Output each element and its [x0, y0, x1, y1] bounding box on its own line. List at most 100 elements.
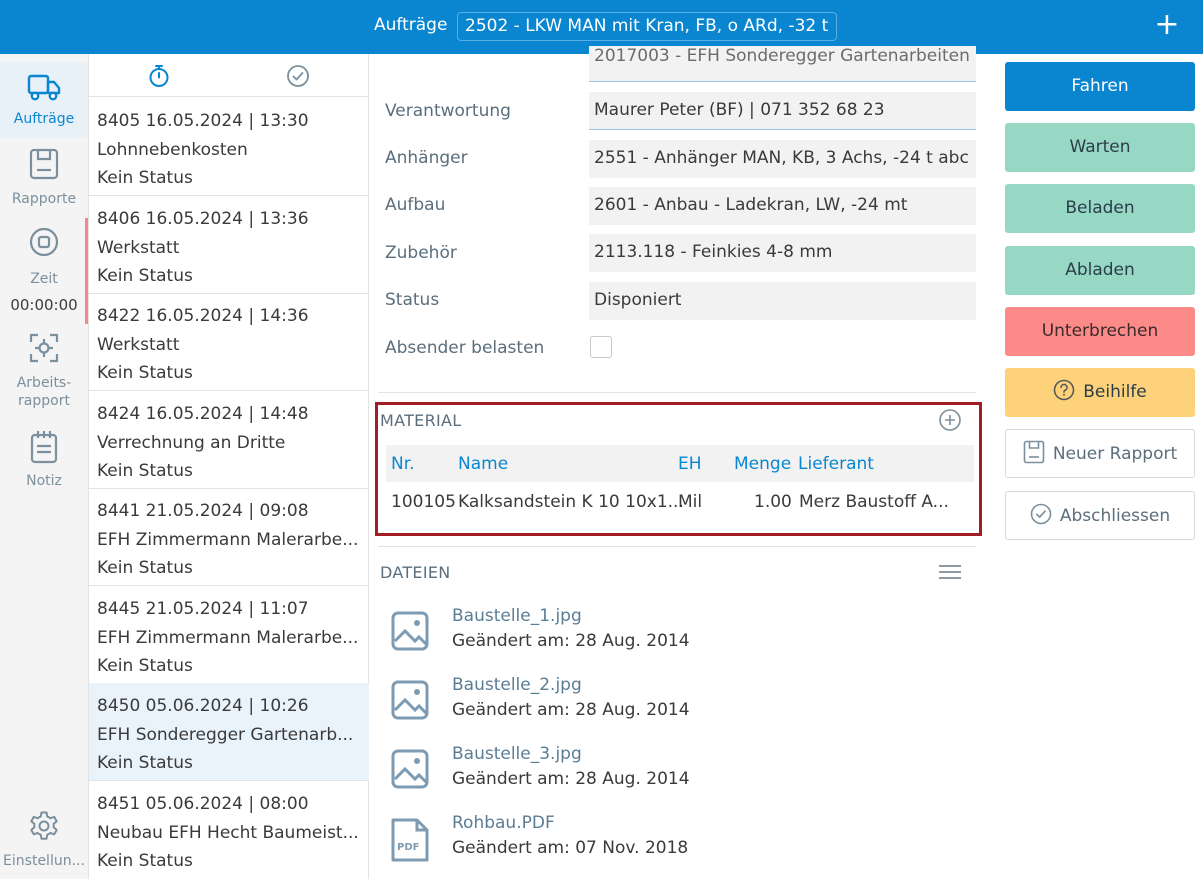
file-name: Rohbau.PDF — [452, 813, 555, 833]
check-circle-icon[interactable] — [286, 64, 310, 88]
file-item[interactable]: Baustelle_1.jpg Geändert am: 28 Aug. 201… — [390, 606, 950, 666]
image-file-icon — [391, 611, 429, 651]
order-head: 8405 16.05.2024 | 13:30 — [97, 111, 309, 131]
file-item[interactable]: PDF Rohbau.PDF Geändert am: 07 Nov. 2018 — [390, 813, 950, 873]
check-circle-icon — [1030, 503, 1052, 525]
beihilfe-button[interactable]: Beihilfe — [1005, 368, 1195, 417]
plus-icon[interactable]: + — [1154, 10, 1180, 42]
file-date: Geändert am: 28 Aug. 2014 — [452, 769, 690, 789]
nav-label: Zeit — [30, 271, 58, 287]
material-table-header: Nr. Name EH Menge Lieferant — [386, 445, 974, 482]
cell-menge: 1.00 — [754, 492, 792, 512]
nav-label: rapport — [18, 393, 70, 409]
nav-item-rapporte[interactable]: Rapporte — [0, 148, 88, 218]
nav-label: Aufträge — [13, 111, 75, 127]
project-field[interactable]: 2017003 - EFH Sonderegger Gartenarbeiten — [589, 46, 976, 82]
vehicle-selector[interactable]: 2502 - LKW MAN mit Kran, FB, o ARd, -32 … — [457, 12, 837, 41]
file-item[interactable]: Baustelle_2.jpg Geändert am: 28 Aug. 201… — [390, 675, 950, 735]
order-item[interactable]: 8424 16.05.2024 | 14:48 Verrechnung an D… — [89, 391, 369, 489]
action-panel: Fahren Warten Beladen Abladen Unterbrech… — [997, 54, 1203, 879]
nav-item-zeit[interactable]: Zeit — [0, 226, 88, 292]
order-head: 8450 05.06.2024 | 10:26 — [97, 696, 309, 716]
order-item[interactable]: 8406 16.05.2024 | 13:36 Werkstatt Kein S… — [89, 196, 369, 294]
fahren-button[interactable]: Fahren — [1005, 62, 1195, 111]
order-item[interactable]: 8422 16.05.2024 | 14:36 Werkstatt Kein S… — [89, 293, 369, 391]
order-title: EFH Zimmermann Malerarbe... — [97, 529, 359, 550]
add-circle-icon[interactable] — [938, 408, 962, 432]
neuer-rapport-button[interactable]: Neuer Rapport — [1005, 429, 1195, 478]
order-detail: 2017003 - EFH Sonderegger Gartenarbeiten… — [370, 46, 996, 879]
image-file-icon — [391, 749, 429, 789]
file-item[interactable]: Baustelle_3.jpg Geändert am: 28 Aug. 201… — [390, 744, 950, 804]
order-status: Kein Status — [97, 168, 193, 188]
absender-checkbox[interactable] — [590, 336, 612, 358]
divider — [378, 392, 976, 393]
order-title: Lohnnebenkosten — [97, 139, 248, 160]
order-title: Verrechnung an Dritte — [97, 432, 286, 453]
help-circle-icon — [1053, 379, 1075, 401]
menu-icon[interactable] — [938, 564, 962, 580]
beladen-button[interactable]: Beladen — [1005, 184, 1195, 233]
nav-label: Rapporte — [11, 191, 77, 207]
abschliessen-button[interactable]: Abschliessen — [1005, 491, 1195, 540]
col-eh[interactable]: EH — [678, 454, 702, 474]
pdf-file-icon: PDF — [391, 818, 429, 862]
order-item[interactable]: 8445 21.05.2024 | 11:07 EFH Zimmermann M… — [89, 586, 369, 684]
nav-item-notiz[interactable]: Notiz — [0, 430, 88, 496]
warten-button[interactable]: Warten — [1005, 123, 1195, 172]
files-title: DATEIEN — [380, 563, 451, 582]
col-menge[interactable]: Menge — [734, 454, 791, 474]
col-name[interactable]: Name — [458, 454, 508, 474]
nav-item-auftraege[interactable]: Aufträge — [0, 62, 88, 138]
stopwatch-icon[interactable] — [147, 64, 171, 88]
timer-display: 00:00:00 — [10, 296, 78, 314]
order-item[interactable]: 8441 21.05.2024 | 09:08 EFH Zimmermann M… — [89, 488, 369, 586]
pdf-icon-label: PDF — [397, 842, 419, 853]
anhaenger-field[interactable]: 2551 - Anhänger MAN, KB, 3 Achs, -24 t a… — [589, 140, 976, 178]
order-status: Kein Status — [97, 656, 193, 676]
material-section: MATERIAL Nr. Name EH Menge Lieferant 100… — [375, 402, 982, 536]
col-nr[interactable]: Nr. — [391, 454, 415, 474]
zubehoer-field[interactable]: 2113.118 - Feinkies 4-8 mm — [589, 234, 976, 272]
file-name: Baustelle_1.jpg — [452, 606, 582, 626]
verantwortung-field[interactable]: Maurer Peter (BF) | 071 352 68 23 — [589, 92, 976, 130]
order-status: Kein Status — [97, 558, 193, 578]
order-item-selected[interactable]: 8450 05.06.2024 | 10:26 EFH Sonderegger … — [89, 683, 369, 781]
report-icon — [29, 148, 59, 180]
order-item[interactable]: 8451 05.06.2024 | 08:00 Neubau EFH Hecht… — [89, 781, 369, 879]
cell-name: Kalksandstein K 10 10x1... — [458, 492, 684, 512]
absender-label: Absender belasten — [385, 338, 545, 358]
status-field[interactable]: Disponiert — [589, 282, 976, 320]
file-date: Geändert am: 07 Nov. 2018 — [452, 838, 689, 858]
neuer-rapport-label: Neuer Rapport — [1052, 444, 1178, 464]
field-label: Status — [385, 290, 440, 310]
order-head: 8441 21.05.2024 | 09:08 — [97, 501, 309, 521]
order-status: Kein Status — [97, 753, 193, 773]
order-title: Werkstatt — [97, 334, 180, 355]
cell-nr: 100105 — [391, 492, 456, 512]
order-title: Neubau EFH Hecht Baumeist... — [97, 822, 359, 843]
truck-icon — [27, 74, 61, 101]
order-head: 8422 16.05.2024 | 14:36 — [97, 306, 309, 326]
aufbau-field[interactable]: 2601 - Anbau - Ladekran, LW, -24 mt — [589, 187, 976, 225]
order-head: 8424 16.05.2024 | 14:48 — [97, 404, 309, 424]
order-list: 8405 16.05.2024 | 13:30 Lohnnebenkosten … — [89, 54, 369, 879]
abschliessen-label: Abschliessen — [1059, 506, 1171, 526]
image-file-icon — [391, 680, 429, 720]
unterbrechen-button[interactable]: Unterbrechen — [1005, 307, 1195, 356]
abladen-button[interactable]: Abladen — [1005, 246, 1195, 295]
order-item[interactable]: 8405 16.05.2024 | 13:30 Lohnnebenkosten … — [89, 98, 369, 196]
file-name: Baustelle_2.jpg — [452, 675, 582, 695]
nav-item-einstellungen[interactable]: Einstellun... — [0, 810, 88, 876]
order-title: Werkstatt — [97, 237, 180, 258]
col-lieferant[interactable]: Lieferant — [798, 454, 874, 474]
nav-label: Einstellun... — [3, 853, 85, 869]
nav-item-arbeitsrapport[interactable]: Arbeits- rapport — [0, 332, 88, 416]
order-status: Kein Status — [97, 363, 193, 383]
divider — [378, 546, 976, 547]
order-head: 8451 05.06.2024 | 08:00 — [97, 794, 309, 814]
beihilfe-label: Beihilfe — [1083, 382, 1147, 402]
cell-lieferant: Merz Baustoff A... — [799, 492, 949, 512]
file-date: Geändert am: 28 Aug. 2014 — [452, 631, 690, 651]
cell-eh: Mil — [678, 492, 703, 512]
